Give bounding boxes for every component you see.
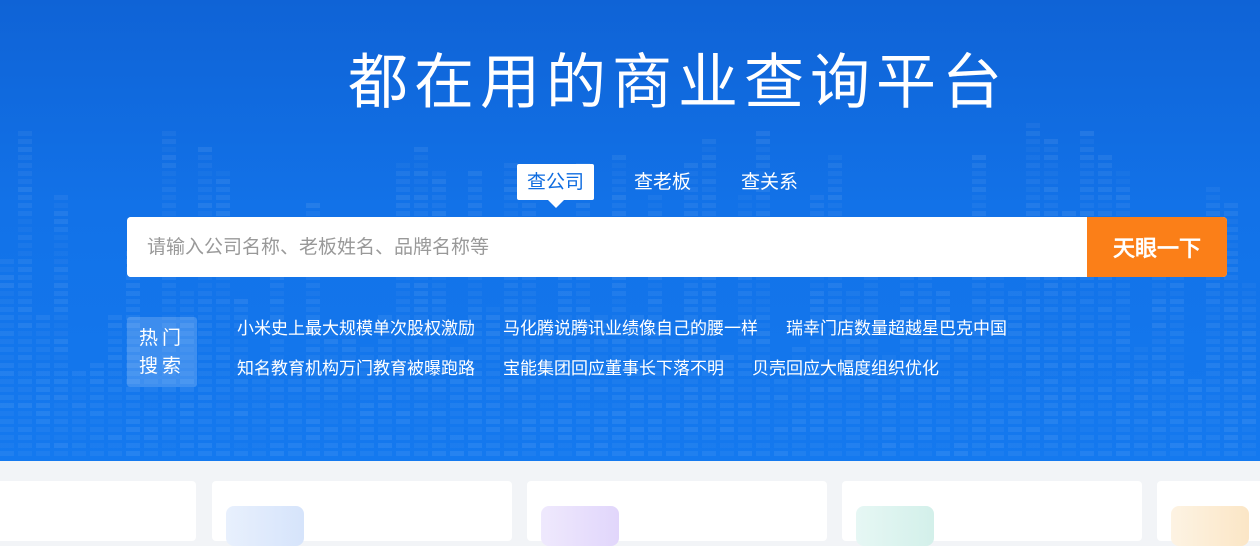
hot-search-link[interactable]: 知名教育机构万门教育被曝跑路	[237, 356, 475, 396]
feature-card[interactable]	[1157, 481, 1260, 546]
search-type-tabs: 查公司 查老板 查关系	[517, 164, 838, 208]
hero-banner: 都在用的商业查询平台 查公司 查老板 查关系 天眼一下 热门 搜索 小米史上最大…	[0, 0, 1260, 461]
hot-search-row: 知名教育机构万门教育被曝跑路 宝能集团回应董事长下落不明 贝壳回应大幅度组织优化	[237, 356, 1137, 396]
hot-search-link[interactable]: 贝壳回应大幅度组织优化	[752, 356, 939, 396]
hot-search-row: 小米史上最大规模单次股权激励 马化腾说腾讯业绩像自己的腰一样 瑞幸门店数量超越星…	[237, 316, 1137, 356]
hot-badge-line1: 热门	[138, 327, 185, 349]
search-input[interactable]	[127, 217, 1087, 277]
hot-search-link[interactable]: 瑞幸门店数量超越星巴克中国	[786, 316, 1007, 356]
feature-card-icon	[541, 506, 619, 546]
hot-badge-line2: 搜索	[138, 355, 185, 377]
feature-cards-strip	[0, 461, 1260, 546]
search-button[interactable]: 天眼一下	[1087, 217, 1227, 277]
tab-company[interactable]: 查公司	[517, 164, 595, 208]
feature-card[interactable]	[0, 481, 196, 541]
page-title: 都在用的商业查询平台	[348, 48, 1008, 118]
feature-card-icon	[1171, 506, 1249, 546]
feature-card[interactable]	[212, 481, 512, 546]
feature-card-icon	[856, 506, 934, 546]
tab-relation[interactable]: 查关系	[731, 164, 808, 200]
hot-search-list: 小米史上最大规模单次股权激励 马化腾说腾讯业绩像自己的腰一样 瑞幸门店数量超越星…	[237, 316, 1137, 396]
feature-card[interactable]	[842, 481, 1142, 546]
hot-search-link[interactable]: 马化腾说腾讯业绩像自己的腰一样	[503, 316, 758, 356]
hot-search-badge: 热门 搜索	[127, 317, 197, 387]
tab-boss[interactable]: 查老板	[624, 164, 701, 200]
feature-card-icon	[226, 506, 304, 546]
hot-search-link[interactable]: 小米史上最大规模单次股权激励	[237, 316, 475, 356]
hot-search-link[interactable]: 宝能集团回应董事长下落不明	[503, 356, 724, 396]
feature-card[interactable]	[527, 481, 827, 546]
search-box: 天眼一下	[127, 217, 1227, 277]
